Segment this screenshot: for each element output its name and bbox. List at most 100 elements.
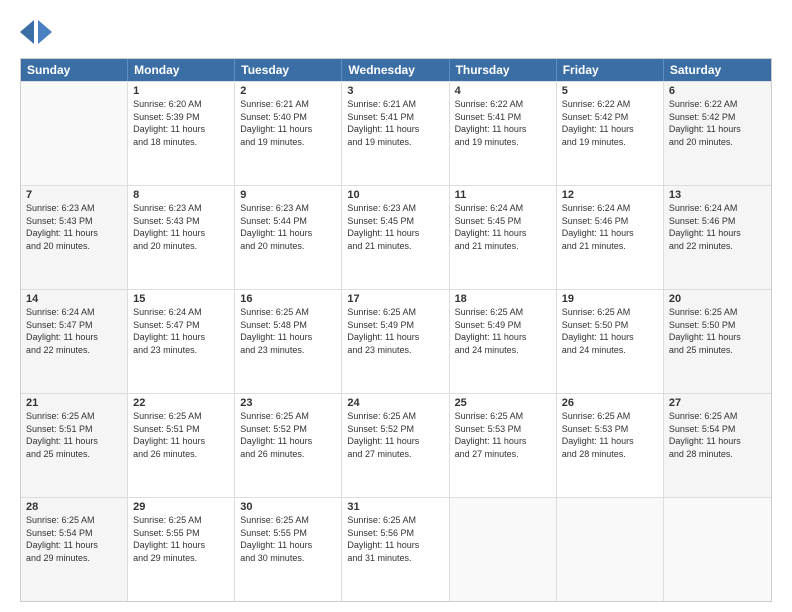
day-number: 26 (562, 397, 658, 409)
day-number: 13 (669, 189, 766, 201)
calendar-cell: 10Sunrise: 6:23 AM Sunset: 5:45 PM Dayli… (342, 186, 449, 289)
day-detail: Sunrise: 6:22 AM Sunset: 5:42 PM Dayligh… (669, 98, 766, 148)
calendar-row: 28Sunrise: 6:25 AM Sunset: 5:54 PM Dayli… (21, 497, 771, 601)
calendar-cell: 31Sunrise: 6:25 AM Sunset: 5:56 PM Dayli… (342, 498, 449, 601)
day-number: 16 (240, 293, 336, 305)
day-number: 28 (26, 501, 122, 513)
calendar-cell: 29Sunrise: 6:25 AM Sunset: 5:55 PM Dayli… (128, 498, 235, 601)
day-detail: Sunrise: 6:21 AM Sunset: 5:41 PM Dayligh… (347, 98, 443, 148)
day-detail: Sunrise: 6:20 AM Sunset: 5:39 PM Dayligh… (133, 98, 229, 148)
calendar-cell: 21Sunrise: 6:25 AM Sunset: 5:51 PM Dayli… (21, 394, 128, 497)
calendar-body: 1Sunrise: 6:20 AM Sunset: 5:39 PM Daylig… (21, 81, 771, 601)
day-detail: Sunrise: 6:23 AM Sunset: 5:44 PM Dayligh… (240, 202, 336, 252)
day-number: 24 (347, 397, 443, 409)
day-number: 19 (562, 293, 658, 305)
calendar-cell: 17Sunrise: 6:25 AM Sunset: 5:49 PM Dayli… (342, 290, 449, 393)
day-number: 8 (133, 189, 229, 201)
day-number: 25 (455, 397, 551, 409)
calendar-cell: 4Sunrise: 6:22 AM Sunset: 5:41 PM Daylig… (450, 82, 557, 185)
header-day: Tuesday (235, 59, 342, 81)
day-number: 1 (133, 85, 229, 97)
day-number: 23 (240, 397, 336, 409)
day-detail: Sunrise: 6:25 AM Sunset: 5:55 PM Dayligh… (133, 514, 229, 564)
calendar-row: 1Sunrise: 6:20 AM Sunset: 5:39 PM Daylig… (21, 81, 771, 185)
calendar-header: SundayMondayTuesdayWednesdayThursdayFrid… (21, 59, 771, 81)
calendar-cell: 15Sunrise: 6:24 AM Sunset: 5:47 PM Dayli… (128, 290, 235, 393)
header (20, 16, 772, 48)
calendar-cell: 19Sunrise: 6:25 AM Sunset: 5:50 PM Dayli… (557, 290, 664, 393)
day-number: 5 (562, 85, 658, 97)
day-detail: Sunrise: 6:25 AM Sunset: 5:49 PM Dayligh… (455, 306, 551, 356)
day-number: 27 (669, 397, 766, 409)
calendar-cell (557, 498, 664, 601)
day-number: 4 (455, 85, 551, 97)
day-number: 18 (455, 293, 551, 305)
calendar-cell: 7Sunrise: 6:23 AM Sunset: 5:43 PM Daylig… (21, 186, 128, 289)
day-number: 30 (240, 501, 336, 513)
day-detail: Sunrise: 6:25 AM Sunset: 5:55 PM Dayligh… (240, 514, 336, 564)
day-detail: Sunrise: 6:25 AM Sunset: 5:50 PM Dayligh… (669, 306, 766, 356)
header-day: Monday (128, 59, 235, 81)
day-number: 29 (133, 501, 229, 513)
calendar-cell: 25Sunrise: 6:25 AM Sunset: 5:53 PM Dayli… (450, 394, 557, 497)
day-detail: Sunrise: 6:25 AM Sunset: 5:51 PM Dayligh… (26, 410, 122, 460)
calendar-cell: 8Sunrise: 6:23 AM Sunset: 5:43 PM Daylig… (128, 186, 235, 289)
calendar-cell (450, 498, 557, 601)
day-detail: Sunrise: 6:25 AM Sunset: 5:51 PM Dayligh… (133, 410, 229, 460)
calendar-cell: 22Sunrise: 6:25 AM Sunset: 5:51 PM Dayli… (128, 394, 235, 497)
calendar-cell (21, 82, 128, 185)
header-day: Thursday (450, 59, 557, 81)
day-detail: Sunrise: 6:25 AM Sunset: 5:54 PM Dayligh… (26, 514, 122, 564)
calendar-cell: 2Sunrise: 6:21 AM Sunset: 5:40 PM Daylig… (235, 82, 342, 185)
calendar-cell: 14Sunrise: 6:24 AM Sunset: 5:47 PM Dayli… (21, 290, 128, 393)
calendar-cell: 6Sunrise: 6:22 AM Sunset: 5:42 PM Daylig… (664, 82, 771, 185)
calendar-cell: 5Sunrise: 6:22 AM Sunset: 5:42 PM Daylig… (557, 82, 664, 185)
header-day: Saturday (664, 59, 771, 81)
calendar-cell: 16Sunrise: 6:25 AM Sunset: 5:48 PM Dayli… (235, 290, 342, 393)
calendar-cell: 28Sunrise: 6:25 AM Sunset: 5:54 PM Dayli… (21, 498, 128, 601)
day-detail: Sunrise: 6:23 AM Sunset: 5:43 PM Dayligh… (133, 202, 229, 252)
page: SundayMondayTuesdayWednesdayThursdayFrid… (0, 0, 792, 612)
header-day: Wednesday (342, 59, 449, 81)
day-number: 12 (562, 189, 658, 201)
day-detail: Sunrise: 6:25 AM Sunset: 5:49 PM Dayligh… (347, 306, 443, 356)
calendar-cell: 20Sunrise: 6:25 AM Sunset: 5:50 PM Dayli… (664, 290, 771, 393)
calendar-cell (664, 498, 771, 601)
calendar-cell: 18Sunrise: 6:25 AM Sunset: 5:49 PM Dayli… (450, 290, 557, 393)
day-number: 6 (669, 85, 766, 97)
day-detail: Sunrise: 6:24 AM Sunset: 5:45 PM Dayligh… (455, 202, 551, 252)
day-detail: Sunrise: 6:24 AM Sunset: 5:47 PM Dayligh… (26, 306, 122, 356)
day-detail: Sunrise: 6:23 AM Sunset: 5:45 PM Dayligh… (347, 202, 443, 252)
day-detail: Sunrise: 6:25 AM Sunset: 5:53 PM Dayligh… (562, 410, 658, 460)
header-day: Sunday (21, 59, 128, 81)
calendar-row: 21Sunrise: 6:25 AM Sunset: 5:51 PM Dayli… (21, 393, 771, 497)
day-detail: Sunrise: 6:25 AM Sunset: 5:52 PM Dayligh… (240, 410, 336, 460)
calendar-row: 14Sunrise: 6:24 AM Sunset: 5:47 PM Dayli… (21, 289, 771, 393)
day-detail: Sunrise: 6:25 AM Sunset: 5:54 PM Dayligh… (669, 410, 766, 460)
calendar-cell: 27Sunrise: 6:25 AM Sunset: 5:54 PM Dayli… (664, 394, 771, 497)
day-detail: Sunrise: 6:25 AM Sunset: 5:52 PM Dayligh… (347, 410, 443, 460)
day-detail: Sunrise: 6:22 AM Sunset: 5:42 PM Dayligh… (562, 98, 658, 148)
day-number: 15 (133, 293, 229, 305)
day-detail: Sunrise: 6:25 AM Sunset: 5:53 PM Dayligh… (455, 410, 551, 460)
calendar-cell: 23Sunrise: 6:25 AM Sunset: 5:52 PM Dayli… (235, 394, 342, 497)
day-detail: Sunrise: 6:22 AM Sunset: 5:41 PM Dayligh… (455, 98, 551, 148)
day-detail: Sunrise: 6:25 AM Sunset: 5:48 PM Dayligh… (240, 306, 336, 356)
day-number: 2 (240, 85, 336, 97)
day-number: 21 (26, 397, 122, 409)
day-number: 20 (669, 293, 766, 305)
day-number: 7 (26, 189, 122, 201)
day-number: 14 (26, 293, 122, 305)
day-number: 9 (240, 189, 336, 201)
day-detail: Sunrise: 6:25 AM Sunset: 5:50 PM Dayligh… (562, 306, 658, 356)
calendar-cell: 11Sunrise: 6:24 AM Sunset: 5:45 PM Dayli… (450, 186, 557, 289)
day-number: 11 (455, 189, 551, 201)
logo-icon (20, 16, 52, 48)
day-detail: Sunrise: 6:21 AM Sunset: 5:40 PM Dayligh… (240, 98, 336, 148)
calendar-cell: 13Sunrise: 6:24 AM Sunset: 5:46 PM Dayli… (664, 186, 771, 289)
calendar-cell: 24Sunrise: 6:25 AM Sunset: 5:52 PM Dayli… (342, 394, 449, 497)
calendar-cell: 3Sunrise: 6:21 AM Sunset: 5:41 PM Daylig… (342, 82, 449, 185)
day-number: 22 (133, 397, 229, 409)
logo (20, 16, 56, 48)
day-detail: Sunrise: 6:24 AM Sunset: 5:46 PM Dayligh… (669, 202, 766, 252)
